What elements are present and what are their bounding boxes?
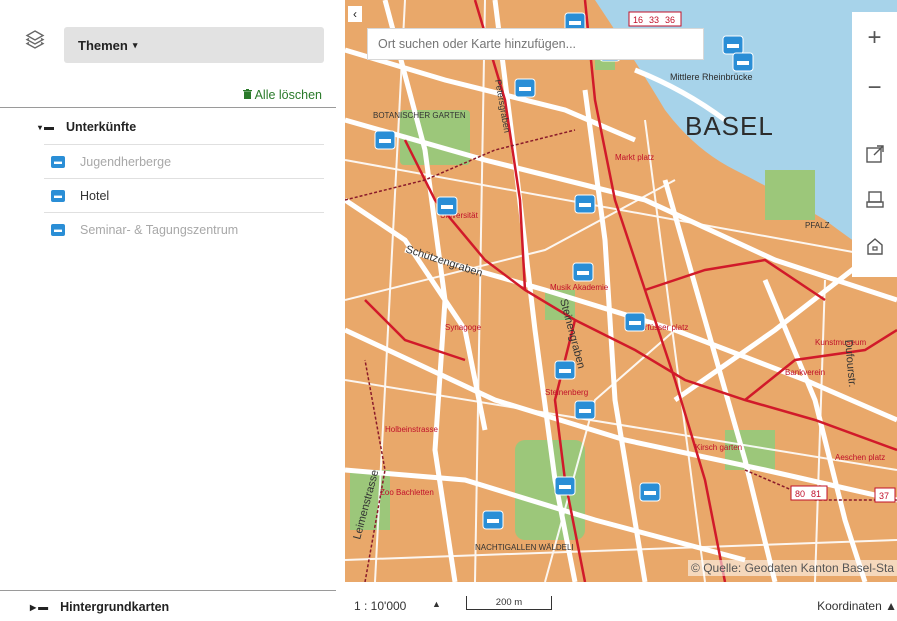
city-label: BASEL <box>685 111 774 141</box>
svg-text:Kunstmuseum: Kunstmuseum <box>815 338 866 347</box>
layer-label: Jugendherberge <box>80 154 172 169</box>
map-canvas[interactable]: BASEL BOTANISCHER GARTEN Universität Mus… <box>345 0 897 582</box>
hotel-marker[interactable] <box>732 52 754 72</box>
svg-text:33: 33 <box>649 15 659 25</box>
layer-list: ▬ Jugendherberge ▬ Hotel ▬ Seminar- & Ta… <box>44 144 324 246</box>
search-input[interactable] <box>367 28 704 60</box>
hotel-marker[interactable] <box>572 262 594 282</box>
svg-text:Synagoge: Synagoge <box>445 323 482 332</box>
sidebar: Themen ▾ Alle löschen ▾ ▬ Unterkünfte ▬ … <box>0 0 336 621</box>
share-icon[interactable] <box>852 134 897 174</box>
svg-text:80: 80 <box>795 489 805 499</box>
trash-icon <box>242 88 252 102</box>
hotel-icon: ▬ <box>51 155 65 168</box>
svg-text:16: 16 <box>633 15 643 25</box>
hotel-marker[interactable] <box>436 196 458 216</box>
svg-text:Mittlere Rheinbrücke: Mittlere Rheinbrücke <box>670 72 753 82</box>
background-maps-toggle[interactable]: ▶ ▬ Hintergrundkarten <box>30 598 169 616</box>
scalebar: 200 m <box>466 596 552 610</box>
chevron-down-icon: ▾ <box>132 39 138 50</box>
svg-text:Bankverein: Bankverein <box>785 368 825 377</box>
svg-text:Markt platz: Markt platz <box>615 153 654 162</box>
group-minus-icon: ▬ <box>38 601 49 613</box>
svg-text:Zoo Bachletten: Zoo Bachletten <box>380 488 434 497</box>
svg-text:81: 81 <box>811 489 821 499</box>
svg-text:Musik Akademie: Musik Akademie <box>550 283 609 292</box>
hotel-marker[interactable] <box>482 510 504 530</box>
layer-item-jugendherberge[interactable]: ▬ Jugendherberge <box>44 144 324 178</box>
hotel-marker[interactable] <box>722 35 744 55</box>
hotel-marker[interactable] <box>514 78 536 98</box>
clear-all-button[interactable]: Alle löschen <box>242 88 322 102</box>
svg-text:36: 36 <box>665 15 675 25</box>
hotel-icon: ▬ <box>51 189 65 202</box>
divider <box>0 590 336 591</box>
hotel-marker[interactable] <box>574 400 596 420</box>
hotel-marker[interactable] <box>639 482 661 502</box>
svg-text:Holbeinstrasse: Holbeinstrasse <box>385 425 438 434</box>
home-icon[interactable] <box>852 226 897 266</box>
svg-text:Aeschen platz: Aeschen platz <box>835 453 885 462</box>
hotel-marker[interactable] <box>374 130 396 150</box>
map-attribution: © Quelle: Geodaten Kanton Basel-Sta <box>688 560 897 576</box>
hotel-marker[interactable] <box>624 312 646 332</box>
coordinates-toggle[interactable]: Koordinaten ▲ <box>817 599 897 613</box>
expand-right-icon: ▶ <box>30 602 37 612</box>
hotel-marker[interactable] <box>554 476 576 496</box>
zoom-out-button[interactable]: − <box>852 68 897 108</box>
svg-text:NACHTIGALLEN WÄLDELI: NACHTIGALLEN WÄLDELI <box>475 543 574 552</box>
background-maps-label: Hintergrundkarten <box>60 600 170 614</box>
expand-toggle-icon[interactable]: ▾ <box>38 123 42 132</box>
themen-label: Themen <box>78 37 128 53</box>
svg-text:Steinenberg: Steinenberg <box>545 388 588 397</box>
svg-text:BOTANISCHER GARTEN: BOTANISCHER GARTEN <box>373 111 466 120</box>
themen-dropdown[interactable]: Themen ▾ <box>64 27 324 63</box>
layer-label: Seminar- & Tagungszentrum <box>80 222 239 237</box>
group-minus-icon: ▬ <box>44 121 55 133</box>
collapse-sidebar-button[interactable]: ‹ <box>348 6 362 22</box>
hotel-icon: ▬ <box>51 223 65 236</box>
bottom-bar: 1 : 10'000 ▲ 200 m Koordinaten ▲ <box>336 582 897 621</box>
group-unterkuenfte[interactable]: ▾ ▬ Unterkünfte <box>38 117 136 137</box>
app: Themen ▾ Alle löschen ▾ ▬ Unterkünfte ▬ … <box>0 0 897 621</box>
map-toolbar: + − <box>852 12 897 277</box>
clear-all-label: Alle löschen <box>254 88 322 102</box>
svg-text:37: 37 <box>879 491 889 501</box>
hotel-marker[interactable] <box>554 360 576 380</box>
layer-item-seminar[interactable]: ▬ Seminar- & Tagungszentrum <box>44 212 324 246</box>
hotel-marker[interactable] <box>574 194 596 214</box>
layers-icon[interactable] <box>24 28 46 50</box>
svg-text:PFALZ: PFALZ <box>805 221 830 230</box>
group-label: Unterkünfte <box>66 120 137 134</box>
city-map[interactable]: BASEL BOTANISCHER GARTEN Universität Mus… <box>345 0 897 582</box>
layer-item-hotel[interactable]: ▬ Hotel <box>44 178 324 212</box>
scale-ratio: 1 : 10'000 <box>354 599 407 613</box>
print-icon[interactable] <box>852 180 897 220</box>
zoom-in-button[interactable]: + <box>852 18 897 58</box>
divider <box>0 107 336 108</box>
scale-dropdown-icon[interactable]: ▲ <box>432 599 441 609</box>
svg-text:Kirsch garten: Kirsch garten <box>695 443 742 452</box>
layer-label: Hotel <box>80 188 110 203</box>
